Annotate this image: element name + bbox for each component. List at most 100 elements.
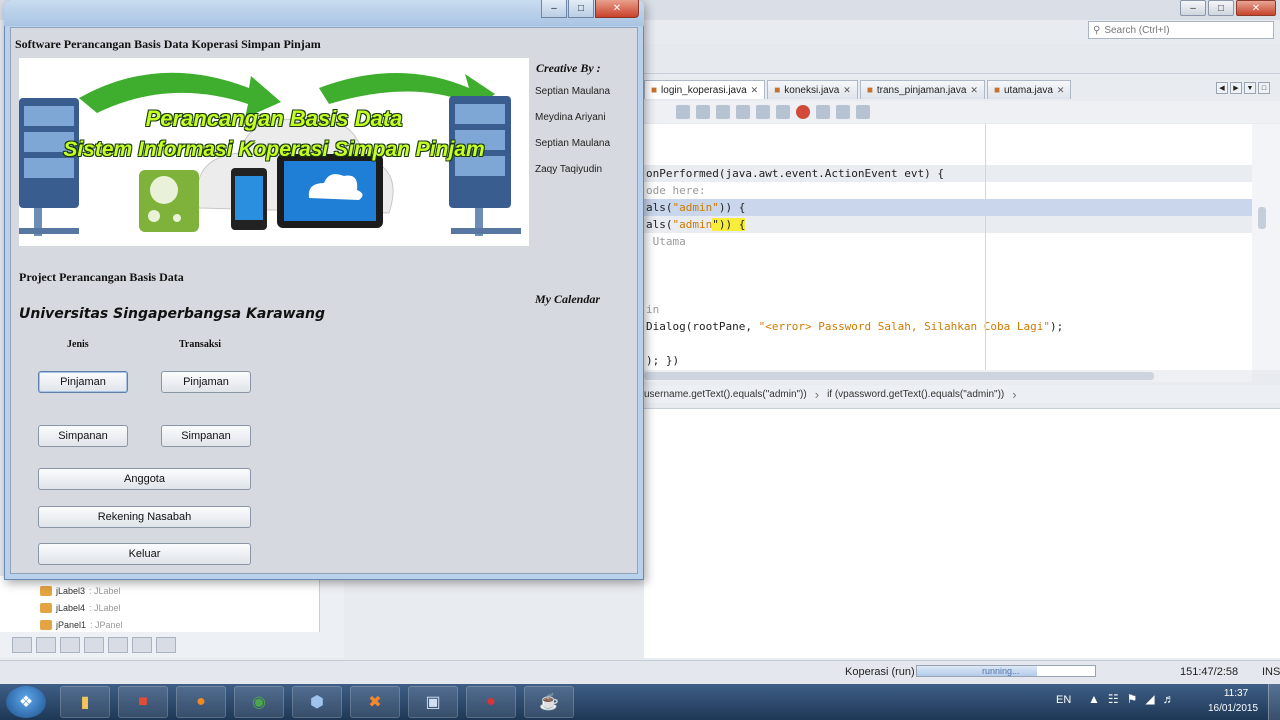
maximize-icon[interactable]: □: [1208, 0, 1234, 16]
calendar-label: My Calendar: [535, 292, 601, 306]
creator-name: Zaqy Taqiyudin: [535, 164, 603, 175]
creator-name: Meydina Ariyani: [535, 112, 606, 123]
code-line: ode here:: [646, 184, 706, 197]
comment-icon[interactable]: [776, 105, 790, 119]
chrome-icon: ◉: [252, 694, 266, 711]
breadcrumb-item[interactable]: username.getText().equals("admin")): [644, 389, 807, 400]
anggota-button[interactable]: Anggota: [38, 468, 251, 490]
taskbar-app[interactable]: ■: [118, 686, 168, 718]
chart-icon[interactable]: [856, 105, 870, 119]
minimize-icon[interactable]: –: [541, 0, 567, 18]
close-tab-icon[interactable]: ✕: [970, 85, 978, 96]
clock-date[interactable]: 16/01/2015: [1203, 703, 1263, 714]
right-margin-guide: [985, 124, 986, 370]
java-file-icon: ■: [651, 84, 658, 96]
tree-node[interactable]: jPanel1 : JPanel: [40, 620, 123, 630]
maximize-editor-icon[interactable]: □: [1258, 82, 1270, 94]
palette-icon[interactable]: [108, 637, 128, 653]
clock-time[interactable]: 11:37: [1218, 688, 1254, 699]
code-line: ); }): [646, 354, 680, 367]
tab-utama[interactable]: ■ utama.java ✕: [986, 80, 1072, 99]
palette-icon[interactable]: [156, 637, 176, 653]
creator-name: Septian Maulana: [535, 86, 611, 97]
start-macro-icon[interactable]: [796, 105, 810, 119]
close-tab-icon[interactable]: ✕: [751, 85, 759, 96]
minimize-icon[interactable]: –: [1180, 0, 1206, 16]
rekening-nasabah-button[interactable]: Rekening Nasabah: [38, 506, 251, 528]
xampp-icon: ✖: [368, 694, 382, 711]
palette-icon[interactable]: [36, 637, 56, 653]
signal-icon[interactable]: ◢: [1145, 692, 1154, 706]
palette-icon[interactable]: [60, 637, 80, 653]
ide-search-input[interactable]: ⚲ Search (Ctrl+I): [1088, 21, 1274, 39]
taskbar-virtualbox[interactable]: ⬢: [292, 686, 342, 718]
scroll-tabs-left-icon[interactable]: ◀: [1216, 82, 1228, 94]
tab-koneksi[interactable]: ■ koneksi.java ✕: [767, 80, 858, 99]
taskbar-java[interactable]: ☕: [524, 686, 574, 718]
tree-node[interactable]: jLabel3 : JLabel: [40, 586, 121, 596]
jenis-pinjaman-button[interactable]: Pinjaman: [38, 371, 128, 393]
close-icon[interactable]: ✕: [595, 0, 639, 18]
show-desktop-button[interactable]: [1268, 684, 1280, 720]
taskbar-explorer[interactable]: ▮: [60, 686, 110, 718]
tray-icons: ▲ ☷ ⚑ ◢ ♬: [1088, 692, 1175, 706]
language-indicator[interactable]: EN: [1056, 694, 1071, 706]
taskbar-app2[interactable]: ▣: [408, 686, 458, 718]
horizontal-scroll-thumb[interactable]: [644, 372, 1154, 380]
palette-icon[interactable]: [12, 637, 32, 653]
chevron-up-icon[interactable]: ▲: [1088, 692, 1100, 706]
maximize-icon[interactable]: □: [568, 0, 594, 18]
tab-navigation: ◀ ▶ ▼ □: [1216, 82, 1270, 94]
status-running: running...: [982, 666, 1020, 676]
network-icon[interactable]: ☷: [1108, 692, 1119, 706]
creator-name: Septian Maulana: [535, 138, 611, 149]
code-editor[interactable]: onPerformed(java.awt.event.ActionEvent e…: [644, 124, 1252, 370]
tab-label: koneksi.java: [784, 84, 840, 96]
bookmark-icon[interactable]: [676, 105, 690, 119]
windows-logo-icon: ❖: [18, 694, 34, 711]
stop-macro-icon[interactable]: [816, 105, 830, 119]
palette-icon[interactable]: [132, 637, 152, 653]
label-component-icon: [40, 603, 52, 613]
search-placeholder: Search (Ctrl+I): [1104, 24, 1170, 36]
transaksi-simpanan-button[interactable]: Simpanan: [161, 425, 251, 447]
project-label: Project Perancangan Basis Data: [19, 270, 184, 284]
start-button[interactable]: ❖: [6, 686, 46, 718]
status-project: Koperasi (run): [845, 666, 915, 678]
java-file-icon: ■: [993, 84, 1000, 96]
editor-vertical-scrollbar[interactable]: [1252, 124, 1280, 370]
close-tab-icon[interactable]: ✕: [1057, 85, 1065, 96]
close-tab-icon[interactable]: ✕: [843, 85, 851, 96]
scroll-tabs-right-icon[interactable]: ▶: [1230, 82, 1242, 94]
transaksi-pinjaman-button[interactable]: Pinjaman: [161, 371, 251, 393]
taskbar-xampp[interactable]: ✖: [350, 686, 400, 718]
tree-node[interactable]: jLabel4 : JLabel: [40, 603, 121, 613]
record-icon: ●: [486, 693, 496, 710]
shift-left-icon[interactable]: [736, 105, 750, 119]
java-icon: ☕: [539, 694, 559, 711]
taskbar-chrome[interactable]: ◉: [234, 686, 284, 718]
shift-right-icon[interactable]: [756, 105, 770, 119]
breadcrumb-item[interactable]: if (vpassword.getText().equals("admin")): [827, 389, 1004, 400]
close-icon[interactable]: ✕: [1236, 0, 1276, 16]
app-window-controls: – □ ✕: [541, 0, 639, 18]
ide-window-controls: – □ ✕: [1180, 0, 1276, 16]
ide-toolbar: [640, 44, 1280, 74]
vertical-scroll-thumb[interactable]: [1258, 207, 1266, 229]
test-icon[interactable]: [836, 105, 850, 119]
taskbar-firefox[interactable]: ●: [176, 686, 226, 718]
tab-trans-pinjaman[interactable]: ■ trans_pinjaman.java ✕: [859, 80, 985, 99]
flag-icon[interactable]: ⚑: [1127, 692, 1138, 706]
jenis-simpanan-button[interactable]: Simpanan: [38, 425, 128, 447]
app-icon: ▣: [425, 694, 441, 711]
code-line: Utama: [646, 235, 686, 248]
palette-icon[interactable]: [84, 637, 104, 653]
tab-list-icon[interactable]: ▼: [1244, 82, 1256, 94]
output-panel: [644, 408, 1280, 658]
toggle-bookmark-icon[interactable]: [696, 105, 710, 119]
volume-icon[interactable]: ♬: [1163, 692, 1175, 706]
keluar-button[interactable]: Keluar: [38, 543, 251, 565]
tab-login-koperasi[interactable]: ■ login_koperasi.java ✕: [644, 80, 766, 99]
taskbar-recorder[interactable]: ●: [466, 686, 516, 718]
next-bookmark-icon[interactable]: [716, 105, 730, 119]
